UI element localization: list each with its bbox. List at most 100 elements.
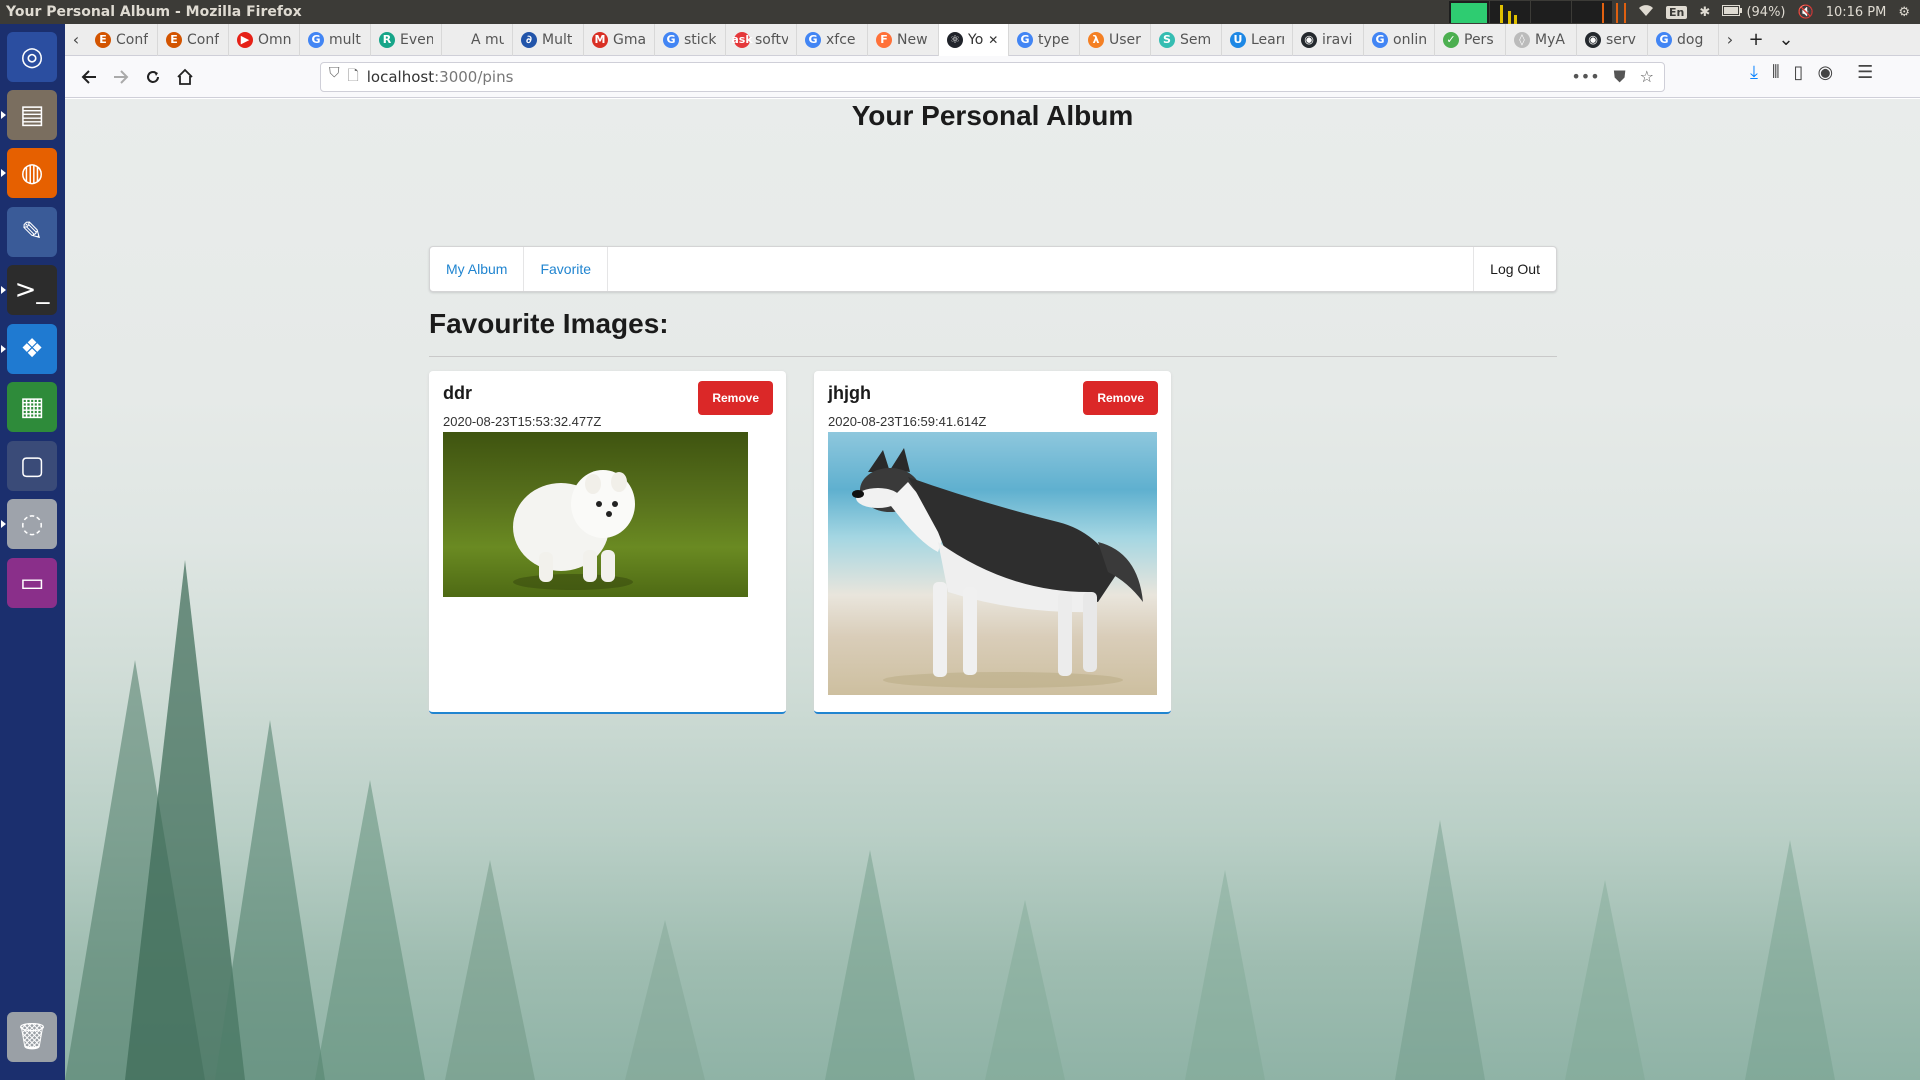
browser-tab[interactable]: ▶ Omn xyxy=(229,23,300,56)
library-icon[interactable]: ⫴ xyxy=(1772,62,1780,83)
spreadsheet-icon[interactable]: ▦ xyxy=(7,382,57,432)
keyboard-layout-indicator[interactable]: En xyxy=(1666,5,1688,19)
tab-favicon-icon: F xyxy=(876,31,892,48)
browser-tab[interactable]: ✓ Pers xyxy=(1435,23,1506,56)
browser-tab[interactable]: M Gma xyxy=(584,23,655,56)
reload-button[interactable] xyxy=(137,61,169,93)
browser-tab[interactable]: E Conf xyxy=(87,23,158,56)
tab-label: Mult xyxy=(542,31,573,48)
logout-button[interactable]: Log Out xyxy=(1473,247,1556,291)
back-button[interactable] xyxy=(73,61,105,93)
tab-favicon-icon: λ xyxy=(1088,31,1104,48)
husky-illustration xyxy=(852,448,1143,688)
browser-tab[interactable]: Gstick xyxy=(655,23,726,56)
browser-tab[interactable]: Gonlin xyxy=(1364,23,1435,56)
terminal-icon[interactable]: >_ xyxy=(1,265,57,315)
pocket-icon[interactable]: ⛊ xyxy=(1614,67,1626,87)
settings-gear-icon[interactable]: ⚙ xyxy=(1898,5,1910,20)
tab-favicon-icon: G xyxy=(1656,31,1672,48)
card-image-pomeranian-puppy xyxy=(443,432,748,597)
running-indicator xyxy=(1,286,6,294)
browser-tab[interactable]: F New xyxy=(868,23,939,56)
sidebar-toggle-icon[interactable]: ▯ xyxy=(1794,62,1804,83)
browser-tab[interactable]: ◊ MyA xyxy=(1506,23,1577,56)
puppy-illustration xyxy=(513,470,635,590)
tab-label: Conf xyxy=(187,31,220,48)
close-tab-icon[interactable]: ✕ xyxy=(988,33,998,47)
firefox-icon[interactable]: ◍ xyxy=(1,148,57,198)
tab-favicon-icon: E xyxy=(95,31,111,48)
favourite-card: ddr Remove 2020-08-23T15:53:32.477Z xyxy=(429,371,786,714)
bluetooth-icon[interactable]: ✱ xyxy=(1699,5,1710,20)
remove-button[interactable]: Remove xyxy=(1083,381,1158,415)
browser-tab[interactable]: U Learn xyxy=(1222,23,1293,56)
browser-tab[interactable]: ◉ iravi xyxy=(1293,23,1364,56)
tab-favicon-icon: E xyxy=(166,31,182,48)
tracking-protection-shield-icon[interactable]: ⛉ xyxy=(329,65,340,89)
browser-tab[interactable]: S Sem xyxy=(1151,23,1222,56)
page-info-icon[interactable]: 🗋 xyxy=(348,65,359,89)
workspace-switcher-icon[interactable]: ▢ xyxy=(7,441,57,491)
files-icon[interactable]: ▤ xyxy=(1,90,57,140)
browser-tab[interactable]: Gxfce xyxy=(797,23,868,56)
url-text[interactable]: localhost:3000/pins xyxy=(367,68,514,86)
remove-button[interactable]: Remove xyxy=(698,381,773,415)
forward-arrow-icon xyxy=(114,69,129,84)
browser-tab[interactable]: Gdog xyxy=(1648,23,1719,56)
browser-tab[interactable]: Gtype xyxy=(1009,23,1080,56)
app-window-icon[interactable]: ▭ xyxy=(7,558,57,608)
running-indicator xyxy=(1,169,6,177)
tab-favicon-icon: U xyxy=(1230,31,1246,48)
browser-tab[interactable]: ask softv xyxy=(726,23,797,56)
settings-icon[interactable]: ✎ xyxy=(7,207,57,257)
wifi-icon[interactable] xyxy=(1638,3,1654,21)
address-bar[interactable]: ⛉ 🗋 localhost:3000/pins ••• ⛊ ☆ xyxy=(320,62,1665,92)
tabs-scroll-left-icon[interactable]: ‹ xyxy=(65,30,87,49)
forward-button[interactable] xyxy=(105,61,137,93)
home-button[interactable] xyxy=(169,61,201,93)
ubuntu-dash-icon[interactable]: ◎ xyxy=(7,32,57,82)
clock[interactable]: 10:16 PM xyxy=(1826,5,1887,20)
tab-label: onlin xyxy=(1393,31,1426,48)
browser-tab[interactable]: A multi- xyxy=(442,23,513,56)
tab-label: Gma xyxy=(613,31,646,48)
browser-tab[interactable]: Gmult xyxy=(300,23,371,56)
section-title: Favourite Images: xyxy=(429,308,669,339)
volume-muted-icon[interactable]: 🔇 xyxy=(1798,5,1814,20)
browser-tab[interactable]: ∂ Mult xyxy=(513,23,584,56)
battery-indicator[interactable]: (94%) xyxy=(1722,4,1786,20)
page-actions-menu-icon[interactable]: ••• xyxy=(1571,67,1599,87)
tab-label: xfce xyxy=(826,31,856,48)
io-graph xyxy=(1572,1,1613,23)
tab-label: MyA xyxy=(1535,31,1565,48)
trash-icon[interactable]: 🗑 xyxy=(7,1012,57,1062)
tab-favicon-icon: ask xyxy=(731,31,753,48)
list-all-tabs-icon[interactable]: ⌄ xyxy=(1771,29,1801,50)
tab-label: type xyxy=(1038,31,1070,48)
menu-item-favorite[interactable]: Favorite xyxy=(524,247,609,291)
tab-favicon-icon: R xyxy=(379,31,395,48)
browser-tab[interactable]: R Even xyxy=(371,23,442,56)
tab-label: A multi- xyxy=(471,31,504,48)
tab-favicon-icon xyxy=(450,31,466,48)
disk-icon[interactable]: ◌ xyxy=(1,499,57,549)
browser-tab[interactable]: E Conf xyxy=(158,23,229,56)
browser-tab[interactable]: ◉ serv xyxy=(1577,23,1648,56)
tab-label: Learn xyxy=(1251,31,1284,48)
menu-item-my-album[interactable]: My Album xyxy=(430,247,525,291)
downloads-icon[interactable]: ⤓ xyxy=(1750,62,1758,83)
open-menu-icon[interactable]: ☰ xyxy=(1857,62,1873,83)
section-divider xyxy=(429,356,1557,357)
bookmark-star-icon[interactable]: ☆ xyxy=(1640,67,1654,87)
system-monitor-graph[interactable] xyxy=(1449,1,1613,23)
vscode-icon[interactable]: ❖ xyxy=(1,324,57,374)
tab-favicon-icon: G xyxy=(1372,31,1388,48)
account-icon[interactable]: ◉ xyxy=(1817,62,1833,83)
tabs-scroll-right-icon[interactable]: › xyxy=(1719,30,1741,49)
tab-favicon-icon: ✓ xyxy=(1443,31,1459,48)
tab-favicon-icon: ◉ xyxy=(1301,31,1317,48)
tab-label: iravi xyxy=(1322,31,1353,48)
browser-tab[interactable]: λ User xyxy=(1080,23,1151,56)
tab-active[interactable]: ⚛ Yo ✕ xyxy=(939,23,1009,56)
new-tab-button[interactable]: + xyxy=(1741,29,1771,50)
